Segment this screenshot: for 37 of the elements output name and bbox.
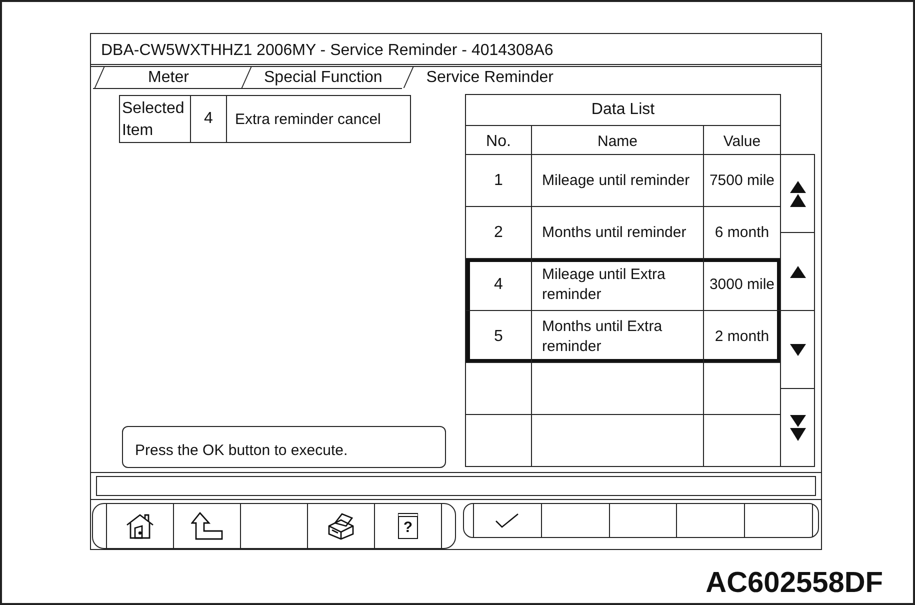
tab[interactable]: Meter xyxy=(93,67,240,89)
double-triangle-up-icon xyxy=(790,180,806,206)
message-box: Press the OK button to execute. xyxy=(122,426,446,468)
toolbar-button[interactable]: ? xyxy=(375,504,442,548)
figure-code: AC602558DF xyxy=(706,569,883,598)
table-cell: 2 xyxy=(466,207,532,258)
table-row[interactable]: 2 Months until reminder 6 month xyxy=(466,207,781,259)
printer-icon xyxy=(327,512,355,540)
toolbar-button[interactable] xyxy=(106,504,174,548)
table-cell: Months until reminder xyxy=(532,207,704,258)
column-header: Value xyxy=(704,126,781,154)
help-book-icon: ? xyxy=(398,513,418,539)
tab[interactable]: Service Reminder xyxy=(402,67,574,89)
triangle-up-icon xyxy=(790,266,806,278)
table-title: Data List xyxy=(466,95,781,126)
window-title: DBA-CW5WXTHHZ1 2006MY - Service Reminder - 4014308A6 xyxy=(91,34,821,67)
table-row[interactable]: 1 Mileage until reminder 7500 mile xyxy=(466,155,781,207)
table-cell: 1 xyxy=(466,155,532,206)
selected-item-label: Selected Item xyxy=(120,96,191,142)
table-cell: Mileage until reminder xyxy=(532,155,704,206)
selected-item-name: Extra reminder cancel xyxy=(234,110,382,130)
double-triangle-down-icon xyxy=(790,414,806,440)
table-row[interactable]: 5 Months until Extra reminder 2 month xyxy=(466,311,781,363)
table-cell: Months until Extra reminder xyxy=(532,311,704,362)
home-icon xyxy=(126,513,154,539)
selected-item-number: 4 xyxy=(191,96,227,142)
column-header: No. xyxy=(466,126,532,154)
table-cell: Mileage until Extra reminder xyxy=(532,259,704,310)
table-cell: 5 xyxy=(466,311,532,362)
triangle-down-icon xyxy=(790,344,806,356)
column-header: Name xyxy=(532,126,704,154)
toolbar-button[interactable] xyxy=(473,504,542,537)
tab[interactable]: Special Function xyxy=(240,67,402,89)
bent-arrow-icon xyxy=(191,512,223,540)
table-cell: 4 xyxy=(466,259,532,310)
table-row[interactable]: 4 Mileage until Extra reminder 3000 mile xyxy=(466,259,781,311)
check-icon xyxy=(495,513,520,528)
